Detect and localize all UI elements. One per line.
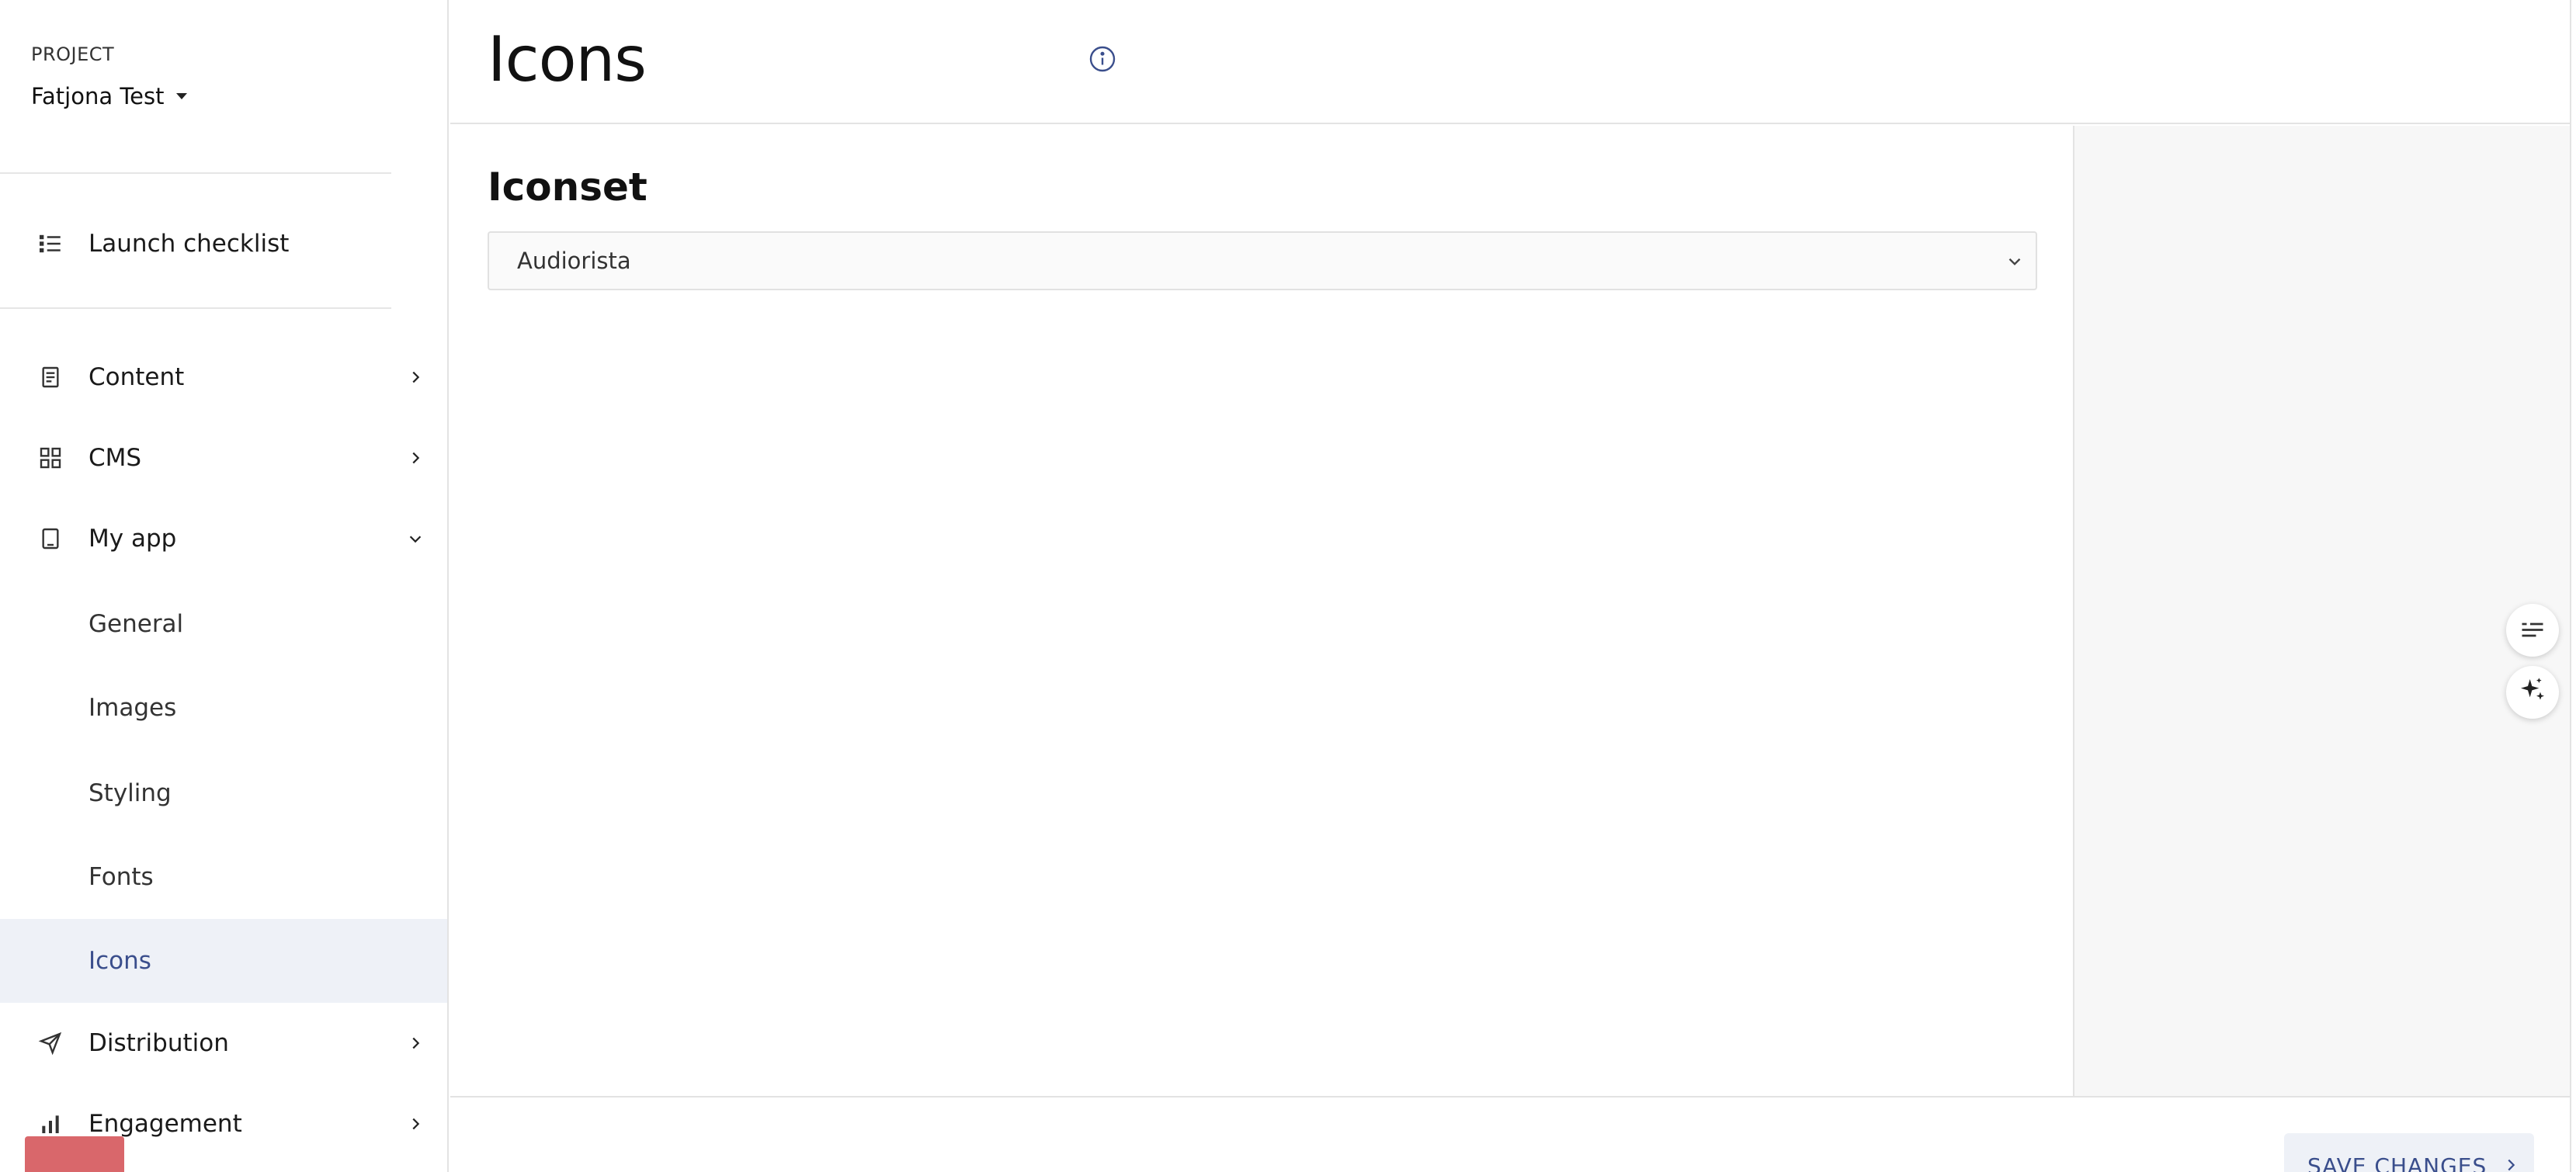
iconset-select[interactable]: Audiorista [488,231,2037,290]
chevron-down-icon [2005,251,2025,272]
chevron-right-icon [405,1033,425,1053]
page-footer: SAVE CHANGES [450,1096,2570,1172]
caret-down-icon [176,93,188,99]
info-icon[interactable] [1088,45,1116,73]
sidebar-divider [0,172,391,174]
grid-icon [36,443,65,473]
sidebar: PROJECT Fatjona Test Launch checklist Co… [0,0,449,1172]
sidebar-subitem-label: Images [89,694,177,722]
save-changes-label: SAVE CHANGES [2307,1153,2487,1172]
sidebar-subitem-images[interactable]: Images [0,666,447,750]
main-content: Iconset Audiorista [450,126,2074,1096]
iconset-select-value: Audiorista [517,248,631,274]
subtitles-icon [2519,615,2546,646]
bar-chart-icon [36,1109,65,1139]
sidebar-subitem-label: Fonts [89,863,154,891]
sidebar-subitem-styling[interactable]: Styling [0,751,447,835]
help-widget-button[interactable] [25,1136,124,1172]
app-root: PROJECT Fatjona Test Launch checklist Co… [0,0,2576,1172]
project-label: PROJECT [31,43,115,65]
sidebar-subitem-general[interactable]: General [0,582,447,666]
ai-assistant-button[interactable] [2506,666,2559,719]
sidebar-divider [0,307,391,309]
subtitles-button[interactable] [2506,604,2559,657]
chevron-right-icon [405,1114,425,1134]
section-title: Iconset [488,165,647,210]
sidebar-item-label: Engagement [89,1110,242,1138]
sidebar-item-my-app[interactable]: My app [0,498,447,579]
sidebar-item-label: Launch checklist [89,230,290,258]
sidebar-item-label: CMS [89,444,142,472]
sidebar-item-label: Distribution [89,1029,229,1057]
sidebar-subitem-label: Icons [89,947,151,975]
tablet-icon [36,524,65,553]
send-icon [36,1028,65,1058]
chevron-right-icon [405,367,425,387]
page-header: Icons [450,0,2570,124]
sidebar-subitem-label: Styling [89,779,172,807]
sidebar-item-launch-checklist[interactable]: Launch checklist [0,203,447,284]
chevron-right-icon [405,448,425,468]
page-title: Icons [488,23,647,95]
sparkle-icon [2517,675,2548,709]
project-switcher[interactable]: Fatjona Test [31,81,188,112]
sidebar-item-label: My app [89,525,177,553]
sidebar-item-cms[interactable]: CMS [0,418,447,498]
save-changes-button[interactable]: SAVE CHANGES [2284,1133,2534,1172]
chevron-down-icon [405,529,425,549]
sidebar-item-distribution[interactable]: Distribution [0,1003,447,1084]
sidebar-subitem-icons[interactable]: Icons [0,919,447,1003]
chevron-right-icon [2502,1153,2519,1172]
window-edge [2570,0,2576,1172]
sidebar-item-label: Content [89,363,185,391]
document-icon [36,362,65,392]
sidebar-subitem-fonts[interactable]: Fonts [0,835,447,919]
sidebar-subitem-label: General [89,610,184,638]
project-name: Fatjona Test [31,83,165,109]
preview-panel [2073,126,2570,1096]
sidebar-item-content[interactable]: Content [0,337,447,418]
list-icon [36,229,65,258]
